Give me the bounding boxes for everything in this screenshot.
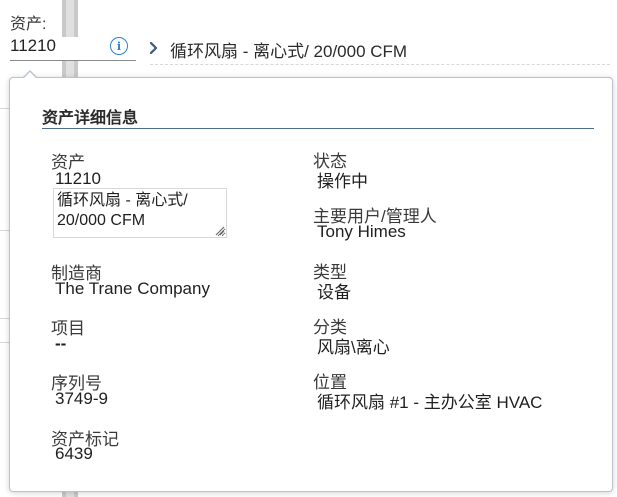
popover-arrow-fill bbox=[23, 72, 37, 79]
field-underline bbox=[150, 64, 610, 65]
asset-field-label: 资产: bbox=[10, 16, 47, 33]
asset-details-popover: 资产详细信息 资产 11210 循环风扇 - 离心式/ 20/000 CFM 制… bbox=[9, 70, 613, 492]
location-value: 循环风扇 #1 - 主办公室 HVAC bbox=[317, 393, 543, 412]
section-divider bbox=[42, 128, 594, 129]
item-value: -- bbox=[55, 334, 67, 353]
classification-value: 风扇\离心 bbox=[317, 338, 390, 357]
resize-grip-icon[interactable] bbox=[214, 225, 225, 236]
popover-title: 资产详细信息 bbox=[42, 110, 139, 127]
asset-value: 11210 bbox=[55, 169, 102, 188]
info-icon[interactable]: i bbox=[110, 37, 128, 55]
asset-description-link[interactable]: 循环风扇 - 离心式/ 20/000 CFM bbox=[170, 37, 407, 62]
manufacturer-value: The Trane Company bbox=[55, 279, 210, 298]
asset-page: 资产: 11210 i 循环风扇 - 离心式/ 20/000 CFM 资产详细信… bbox=[0, 0, 617, 497]
type-value: 设备 bbox=[317, 283, 351, 302]
status-value: 操作中 bbox=[317, 172, 368, 191]
serial-value: 3749-9 bbox=[55, 389, 108, 408]
primary-user-value: Tony Himes bbox=[317, 222, 406, 241]
asset-description-textarea[interactable]: 循环风扇 - 离心式/ 20/000 CFM bbox=[53, 188, 227, 238]
chevron-right-icon[interactable] bbox=[144, 36, 164, 60]
asset-tag-value: 6439 bbox=[55, 444, 93, 463]
